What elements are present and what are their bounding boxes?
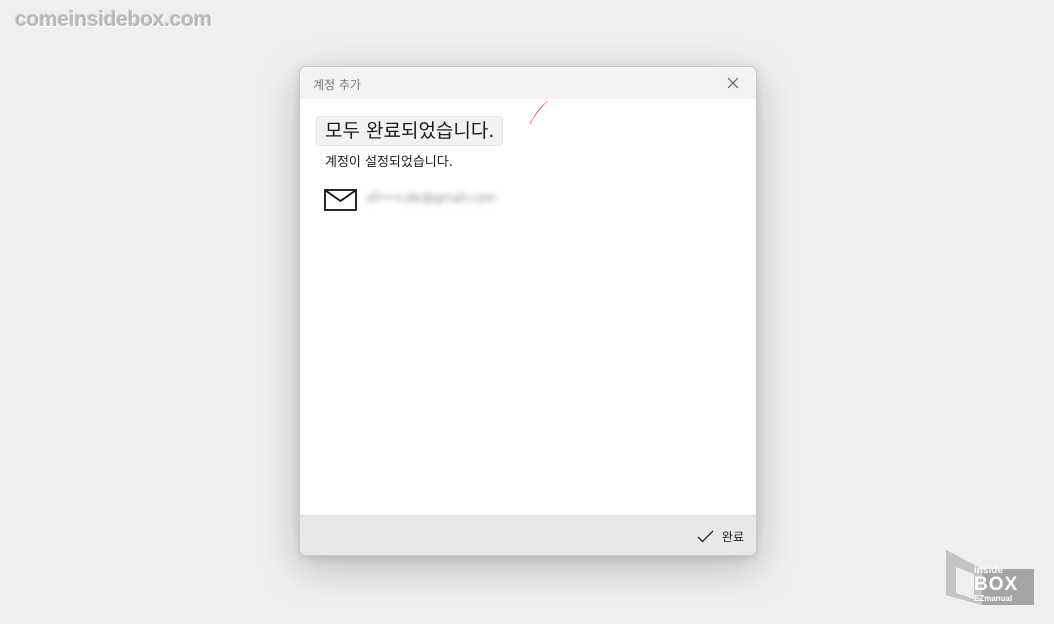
account-row: ef•••cde@gmail.com: [324, 187, 624, 211]
logo-line3: EZmanual: [974, 594, 1013, 603]
close-button[interactable]: [710, 67, 756, 99]
logo-line2: BOX: [974, 574, 1019, 595]
dialog-footer: 완료: [300, 515, 756, 555]
status-message: 계정이 설정되었습니다.: [325, 155, 453, 170]
dialog-titlebar: 계정 추가: [300, 67, 756, 99]
done-button[interactable]: 완료: [697, 526, 744, 546]
close-icon: [727, 77, 739, 89]
done-button-label: 완료: [721, 529, 744, 544]
watermark-text: comeinsidebox.com: [15, 8, 212, 31]
headline-highlight: 모두 완료되었습니다.: [316, 116, 504, 146]
highlight-check-icon: [529, 100, 549, 125]
insidebox-logo: inside BOX EZmanual: [944, 547, 1039, 613]
check-icon: [697, 530, 714, 542]
dialog-content: 모두 완료되었습니다. 계정이 설정되었습니다. ef•••cde@gmail.…: [300, 99, 756, 515]
dialog-title: 계정 추가: [313, 78, 361, 92]
mail-icon: [324, 189, 357, 211]
headline-text: 모두 완료되었습니다.: [325, 120, 495, 142]
add-account-dialog: 계정 추가 모두 완료되었습니다. 계정이 설정되었습니다. ef•••cde@…: [299, 66, 757, 556]
account-email: ef•••cde@gmail.com: [367, 191, 497, 205]
